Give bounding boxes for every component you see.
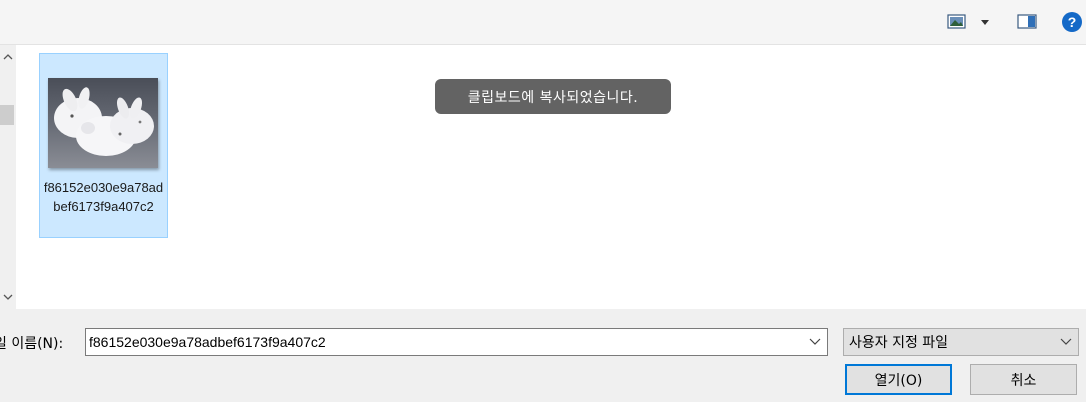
file-name-input[interactable]: f86152e030e9a78adbef6173f9a407c2 <box>85 328 828 356</box>
cancel-button[interactable]: 취소 <box>970 364 1077 395</box>
caret-down-icon[interactable] <box>979 17 991 27</box>
preview-pane-icon <box>1017 14 1037 29</box>
svg-text:?: ? <box>1068 14 1077 30</box>
toolbar: ? <box>0 0 1086 45</box>
open-button[interactable]: 열기(O) <box>845 364 952 395</box>
scroll-thumb[interactable] <box>0 105 14 125</box>
vertical-scrollbar[interactable] <box>0 45 16 309</box>
change-view-icon <box>947 14 966 29</box>
preview-pane-button[interactable] <box>1016 12 1038 32</box>
file-type-select[interactable]: 사용자 지정 파일 <box>843 328 1079 356</box>
help-button[interactable]: ? <box>1060 12 1084 32</box>
change-view-button[interactable] <box>946 12 992 32</box>
file-name-label: 일 이름(N): <box>0 336 64 352</box>
chevron-down-icon[interactable] <box>803 335 827 349</box>
file-type-value: 사용자 지정 파일 <box>849 335 949 351</box>
file-name-value[interactable]: f86152e030e9a78adbef6173f9a407c2 <box>86 334 803 350</box>
scroll-down-arrow-icon[interactable] <box>0 289 16 305</box>
scroll-up-arrow-icon[interactable] <box>0 49 16 65</box>
file-list-pane[interactable]: f86152e030e9a78adbef6173f9a407c2 클립보드에 복… <box>0 45 1086 309</box>
file-name-label: f86152e030e9a78adbef6173f9a407c2 <box>43 180 164 214</box>
file-item[interactable]: f86152e030e9a78adbef6173f9a407c2 <box>39 53 168 238</box>
white-rabbits-thumbnail <box>48 78 158 168</box>
help-icon: ? <box>1062 12 1082 32</box>
chevron-down-icon[interactable] <box>1054 335 1078 349</box>
copied-toast: 클립보드에 복사되었습니다. <box>435 79 671 114</box>
